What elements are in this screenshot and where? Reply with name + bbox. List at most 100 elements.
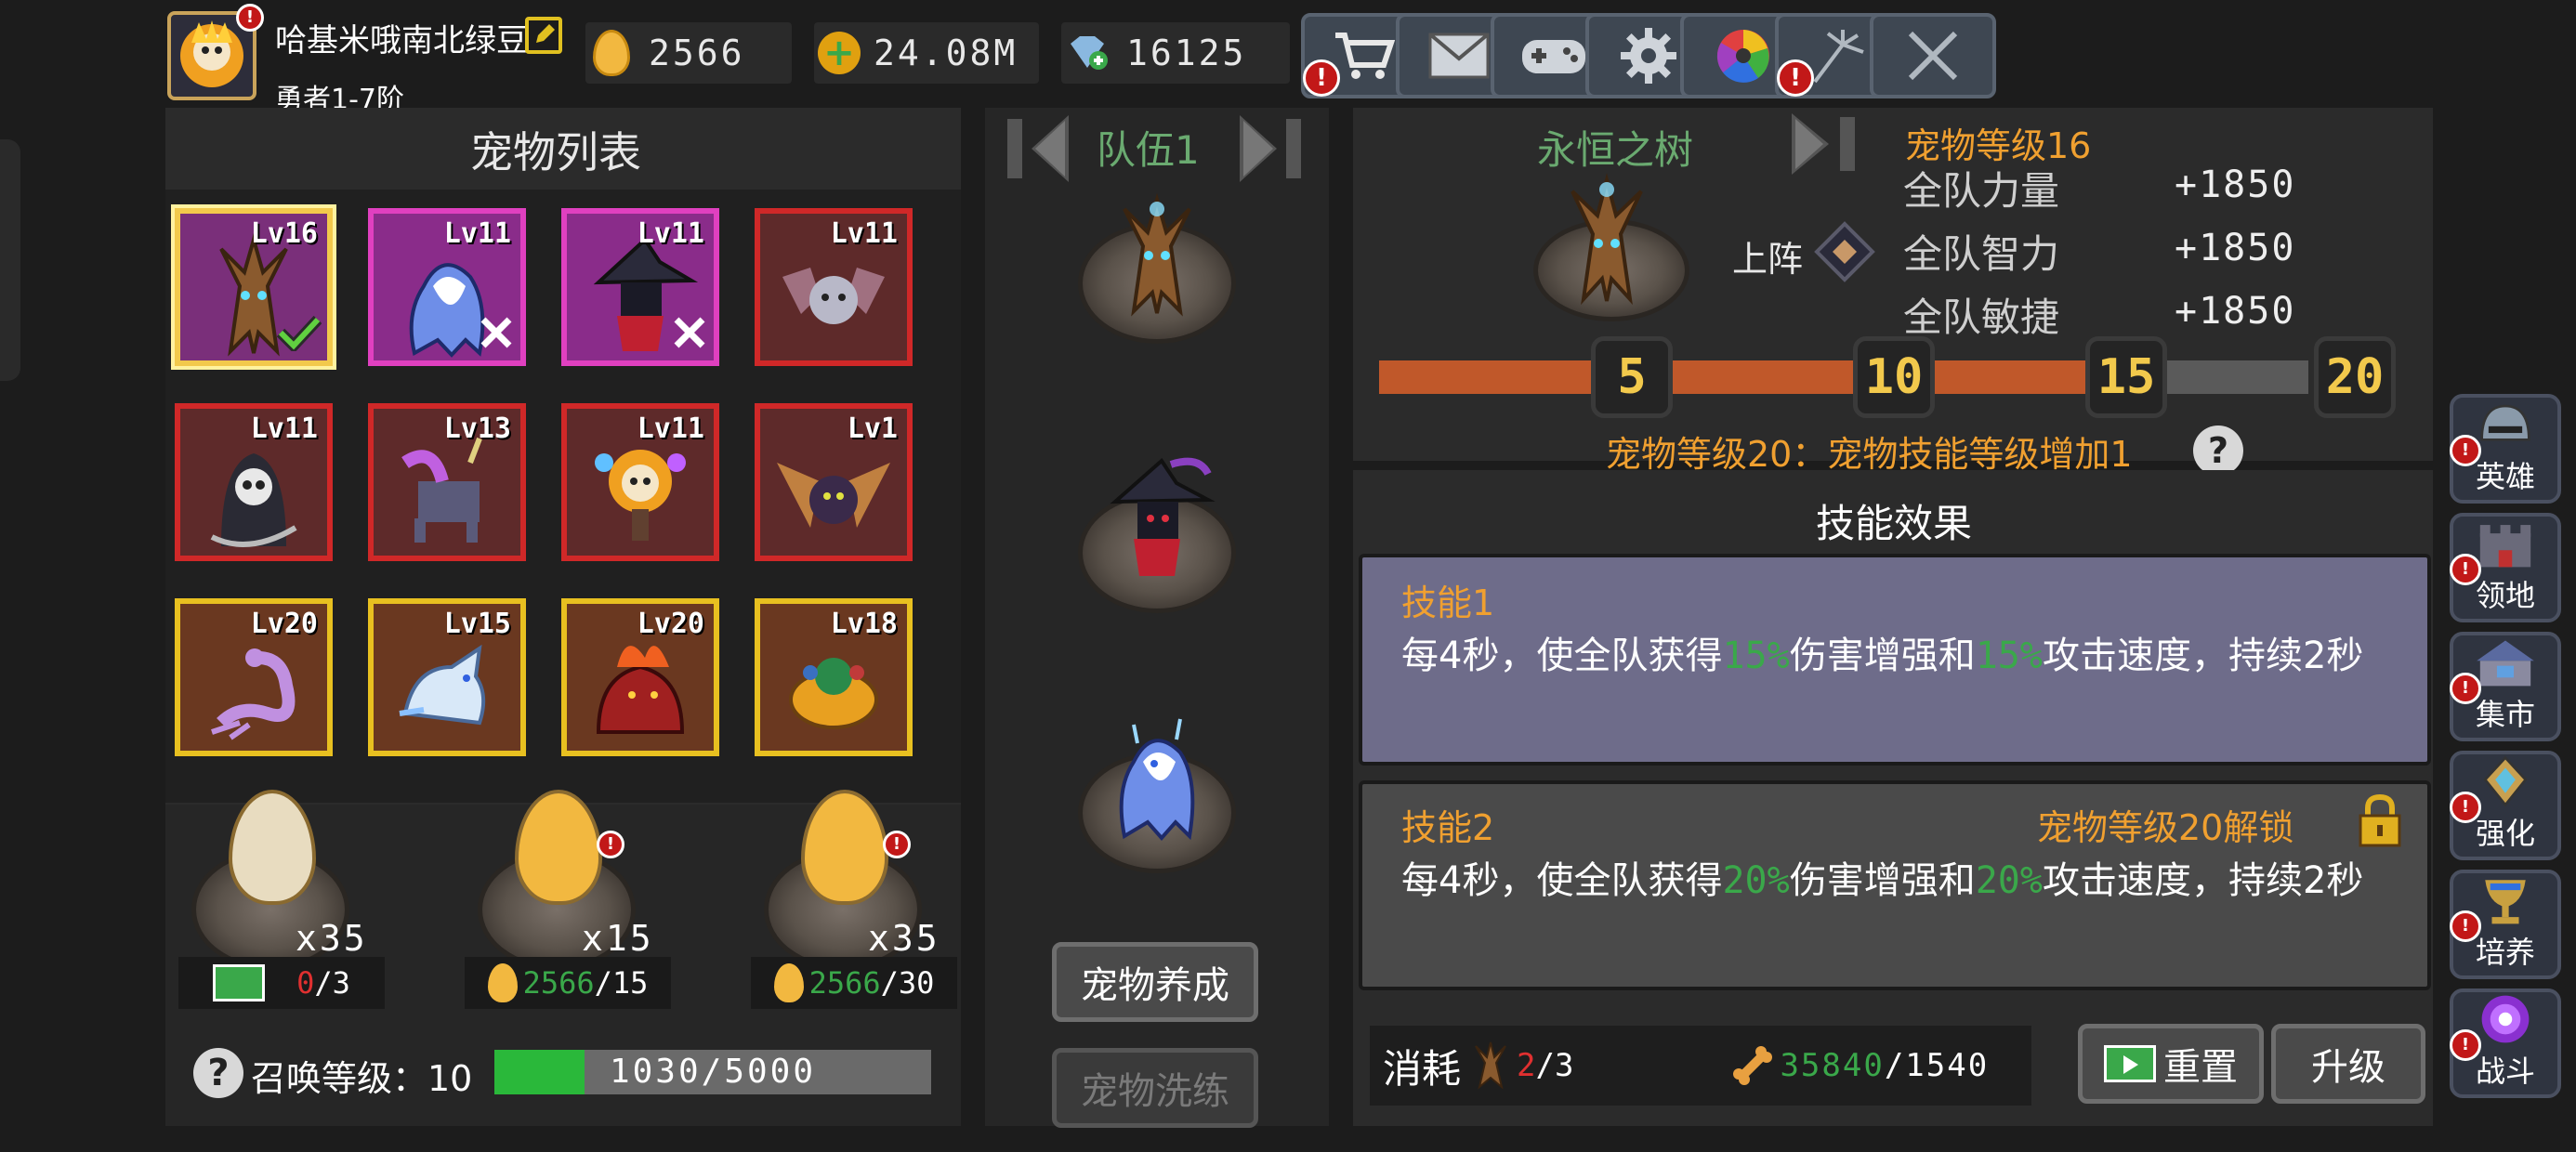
summon-egg-slot[interactable]: x35! 2566/30: [738, 790, 1017, 1013]
gold-eggs-value: 2566: [649, 33, 745, 73]
cost-need: /15: [594, 965, 649, 1001]
stat-row: 全队智力 +1850: [1903, 223, 2424, 286]
sidebar-alert-badge: !: [2450, 435, 2481, 466]
sidebar-item-crystal[interactable]: 强化!: [2450, 751, 2561, 860]
sidebar-item-chalice[interactable]: 培养!: [2450, 870, 2561, 979]
avatar-alert-badge: !: [236, 4, 264, 32]
reset-button[interactable]: 重置: [2078, 1024, 2264, 1104]
pet-card-reaper[interactable]: Lv11: [175, 403, 333, 561]
witch-pet-sprite: [1097, 455, 1217, 585]
ad-video-icon: [213, 964, 266, 1001]
skill-1-description: 每4秒，使全队获得15%伤害增强和15%攻击速度，持续2秒: [1401, 635, 2364, 677]
upgrade-button[interactable]: 升级: [2271, 1024, 2425, 1104]
gold-egg-icon: [773, 963, 804, 1002]
cost-need: /3: [314, 965, 350, 1001]
summon-cost: 0/3: [178, 957, 385, 1009]
summon-help-icon[interactable]: ?: [193, 1048, 243, 1098]
egg-count: x35: [296, 918, 368, 959]
sidebar-item-portal[interactable]: 战斗!: [2450, 988, 2561, 1098]
sidebar-item-helmet[interactable]: 英雄!: [2450, 394, 2561, 504]
shop-cart-icon: [1335, 33, 1396, 79]
pet-card-lava[interactable]: Lv20: [561, 598, 719, 756]
deploy-toggle-icon[interactable]: [1814, 221, 1875, 282]
pet-card-bat[interactable]: Lv11: [755, 208, 913, 366]
sidebar-item-castle[interactable]: 领地!: [2450, 513, 2561, 622]
milestone-help-icon[interactable]: ?: [2193, 425, 2243, 476]
pet-list-title: 宠物列表: [470, 127, 641, 177]
cost-label: 消耗: [1383, 1045, 1462, 1092]
lava-pet-sprite: [596, 646, 685, 734]
skill-2-card: 技能2 宠物等级20解锁 每4秒，使全队获得20%伤害增强和20%攻击速度，持续…: [1359, 780, 2431, 990]
stat-row: 全队力量 +1850: [1903, 160, 2424, 223]
skills-title: 技能效果: [1816, 501, 1973, 546]
sidebar-alert-badge: !: [2450, 673, 2481, 704]
pet-detail-next-arrow[interactable]: [1788, 110, 1872, 178]
shop-alert-badge: !: [1303, 59, 1340, 97]
edge-tab-handle[interactable]: [0, 139, 20, 381]
cost-have: 2566: [808, 965, 881, 1001]
sidebar-alert-badge: !: [2450, 1029, 2481, 1061]
tree-pet-sprite: [1097, 190, 1217, 321]
pet-card-wolf[interactable]: Lv15: [368, 598, 526, 756]
milestone-level-10: 10: [1853, 336, 1935, 418]
fireworks-alert-badge: !: [1777, 59, 1814, 97]
pet-card-skull[interactable]: Lv11: [561, 403, 719, 561]
level-milestones: 5 10 15 20: [1379, 336, 2401, 429]
mail-icon: [1428, 33, 1490, 79]
resource-gold-eggs: 2566: [585, 22, 792, 84]
cost-pets-have: 2: [1517, 1047, 1536, 1084]
stat-value: +1850: [2175, 227, 2296, 269]
milestone-level-20: 20: [2314, 336, 2396, 418]
pet-reroll-button[interactable]: 宠物洗练: [1052, 1048, 1258, 1128]
unicorn-pet-sprite: [401, 437, 482, 543]
pet-card-dragonbat[interactable]: Lv1: [755, 403, 913, 561]
edit-name-icon[interactable]: [525, 17, 562, 54]
team-prev-arrow[interactable]: [989, 111, 1072, 186]
ghost-pet-sprite: [1097, 706, 1217, 845]
pet-card-scorpion[interactable]: Lv20: [175, 598, 333, 756]
pet-nurture-button[interactable]: 宠物养成: [1052, 942, 1258, 1022]
sidebar-label: 集市: [2475, 697, 2535, 732]
sidebar-item-market[interactable]: 集市!: [2450, 632, 2561, 741]
player-name: 哈基米哦南北绿豆: [275, 22, 528, 59]
selected-check-icon: [276, 314, 322, 355]
pet-card-unicorn[interactable]: Lv13: [368, 403, 526, 561]
pet-card-tree[interactable]: Lv16: [175, 208, 333, 366]
battle-button[interactable]: [1870, 13, 1996, 98]
pet-level-badge: Lv11: [250, 412, 318, 445]
gold-egg-icon: [593, 30, 630, 76]
summon-eggs: x35 0/3 x15! 2566/15 x35! 2566/30: [165, 790, 961, 1013]
deploy-label: 上阵: [1732, 239, 1804, 280]
team-label: 队伍1: [1097, 127, 1200, 173]
color-wheel-icon: [1716, 30, 1769, 83]
deployed-cross-icon: [478, 314, 515, 355]
pet-card-turtle[interactable]: Lv18: [755, 598, 913, 756]
pet-card-ghost[interactable]: Lv11: [368, 208, 526, 366]
sidebar-alert-badge: !: [2450, 554, 2481, 585]
team-next-arrow[interactable]: [1236, 111, 1320, 186]
coin-plus-icon[interactable]: +: [818, 32, 861, 74]
egg-alert-badge: !: [597, 831, 624, 858]
egg-alert-badge: !: [883, 831, 911, 858]
summon-progress-text: 1030/5000: [609, 1053, 817, 1091]
pet-level-badge: Lv16: [250, 217, 318, 250]
skill-1-card: 技能1 每4秒，使全队获得15%伤害增强和15%攻击速度，持续2秒: [1359, 554, 2431, 766]
summon-level-label: 召唤等级：10: [251, 1058, 473, 1099]
milestone-level-5: 5: [1591, 336, 1673, 418]
dragonbat-pet-sprite: [777, 463, 890, 528]
pet-level-badge: Lv1: [847, 412, 898, 445]
pet-card-witch[interactable]: Lv11: [561, 208, 719, 366]
skill-1-title: 技能1: [1401, 583, 1495, 623]
gold-egg-icon: [487, 963, 518, 1002]
summon-egg-slot[interactable]: x15! 2566/15: [452, 790, 730, 1013]
cost-bones-have: 35840: [1780, 1047, 1885, 1084]
summon-egg-slot[interactable]: x35 0/3: [165, 790, 444, 1013]
pet-level-badge: Lv11: [637, 412, 704, 445]
stat-name: 全队敏捷: [1903, 295, 2060, 340]
diamonds-value: 16125: [1126, 33, 1247, 73]
summon-cost: 2566/15: [465, 957, 671, 1009]
diamond-plus-icon[interactable]: [1065, 34, 1110, 72]
milestone-note: 宠物等级20：宠物技能等级增加1: [1606, 434, 2133, 475]
pet-level-badge: Lv15: [443, 608, 511, 640]
milestone-level-15: 15: [2085, 336, 2167, 418]
